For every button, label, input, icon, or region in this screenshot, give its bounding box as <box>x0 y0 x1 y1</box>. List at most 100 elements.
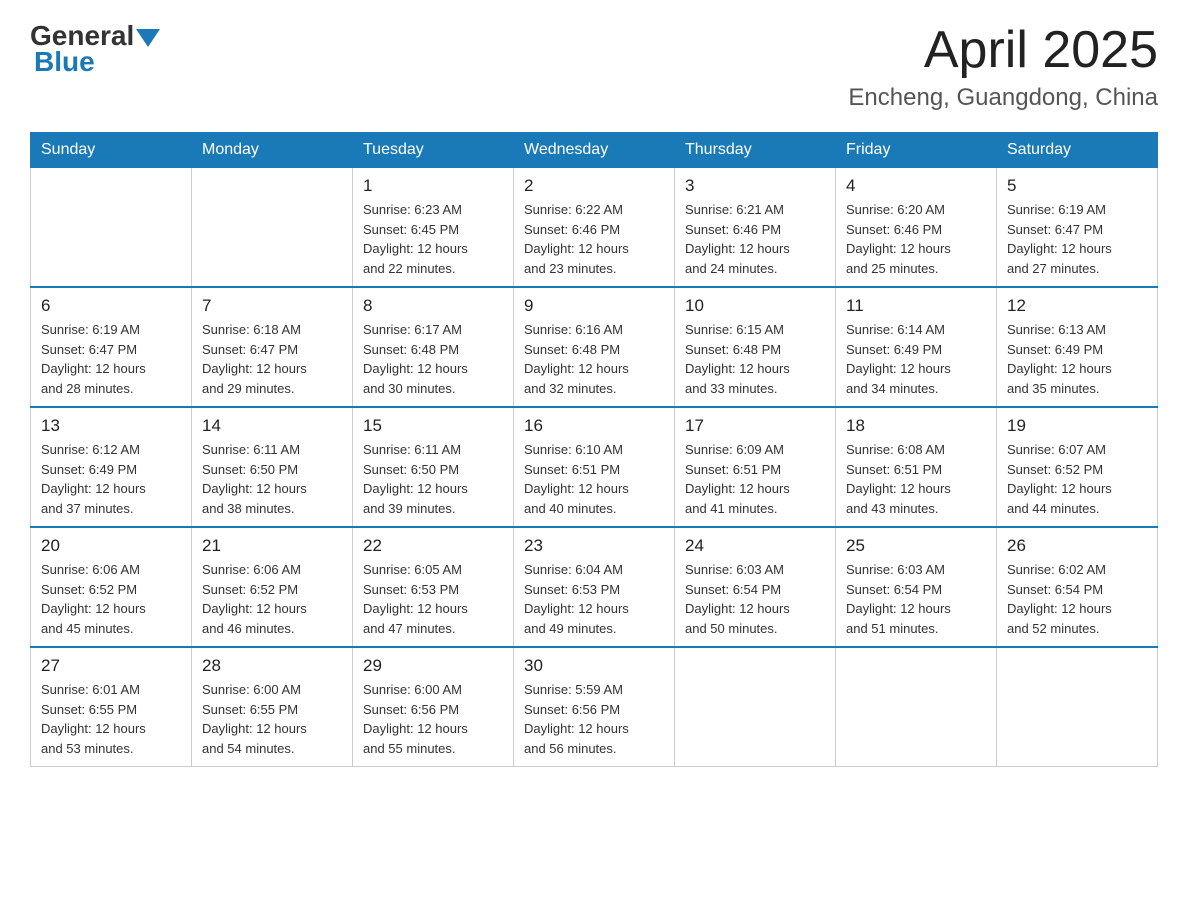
day-info: Sunrise: 6:21 AMSunset: 6:46 PMDaylight:… <box>685 200 825 278</box>
calendar-week-row: 20 Sunrise: 6:06 AMSunset: 6:52 PMDayligh… <box>31 527 1158 647</box>
day-info: Sunrise: 6:09 AMSunset: 6:51 PMDaylight:… <box>685 440 825 518</box>
calendar-week-row: 6 Sunrise: 6:19 AMSunset: 6:47 PMDaylight… <box>31 287 1158 407</box>
day-number: 20 <box>41 536 181 556</box>
day-number: 15 <box>363 416 503 436</box>
day-info: Sunrise: 6:07 AMSunset: 6:52 PMDaylight:… <box>1007 440 1147 518</box>
calendar-day-cell: 26 Sunrise: 6:02 AMSunset: 6:54 PMDayligh… <box>997 527 1158 647</box>
calendar-day-cell: 10 Sunrise: 6:15 AMSunset: 6:48 PMDayligh… <box>675 287 836 407</box>
day-number: 21 <box>202 536 342 556</box>
day-number: 22 <box>363 536 503 556</box>
calendar-day-cell <box>31 168 192 288</box>
day-number: 14 <box>202 416 342 436</box>
calendar-week-row: 1 Sunrise: 6:23 AMSunset: 6:45 PMDaylight… <box>31 168 1158 288</box>
calendar-day-header: Monday <box>192 133 353 168</box>
day-number: 24 <box>685 536 825 556</box>
day-number: 17 <box>685 416 825 436</box>
logo-blue-text: Blue <box>34 46 95 78</box>
day-info: Sunrise: 6:00 AMSunset: 6:55 PMDaylight:… <box>202 680 342 758</box>
calendar-day-cell: 30Sunrise: 5:59 AMSunset: 6:56 PMDayligh… <box>514 647 675 767</box>
calendar-day-cell: 2 Sunrise: 6:22 AMSunset: 6:46 PMDaylight… <box>514 168 675 288</box>
calendar-day-header: Thursday <box>675 133 836 168</box>
day-info: Sunrise: 6:03 AMSunset: 6:54 PMDaylight:… <box>846 560 986 638</box>
day-info: Sunrise: 6:02 AMSunset: 6:54 PMDaylight:… <box>1007 560 1147 638</box>
calendar-day-header: Wednesday <box>514 133 675 168</box>
day-number: 6 <box>41 296 181 316</box>
day-number: 4 <box>846 176 986 196</box>
day-number: 1 <box>363 176 503 196</box>
calendar-day-cell: 21 Sunrise: 6:06 AMSunset: 6:52 PMDayligh… <box>192 527 353 647</box>
calendar-day-cell: 1 Sunrise: 6:23 AMSunset: 6:45 PMDaylight… <box>353 168 514 288</box>
calendar-day-cell: 13 Sunrise: 6:12 AMSunset: 6:49 PMDayligh… <box>31 407 192 527</box>
day-number: 12 <box>1007 296 1147 316</box>
day-info: Sunrise: 6:15 AMSunset: 6:48 PMDaylight:… <box>685 320 825 398</box>
day-info: Sunrise: 6:00 AMSunset: 6:56 PMDaylight:… <box>363 680 503 758</box>
calendar-day-cell: 22 Sunrise: 6:05 AMSunset: 6:53 PMDayligh… <box>353 527 514 647</box>
calendar-week-row: 27Sunrise: 6:01 AMSunset: 6:55 PMDayligh… <box>31 647 1158 767</box>
day-number: 13 <box>41 416 181 436</box>
calendar-day-cell: 19 Sunrise: 6:07 AMSunset: 6:52 PMDayligh… <box>997 407 1158 527</box>
day-number: 23 <box>524 536 664 556</box>
calendar-header-row: SundayMondayTuesdayWednesdayThursdayFrid… <box>31 133 1158 168</box>
day-number: 27 <box>41 656 181 676</box>
location-subtitle: Encheng, Guangdong, China <box>848 84 1158 112</box>
day-info: Sunrise: 6:08 AMSunset: 6:51 PMDaylight:… <box>846 440 986 518</box>
calendar-day-cell: 24 Sunrise: 6:03 AMSunset: 6:54 PMDayligh… <box>675 527 836 647</box>
day-number: 11 <box>846 296 986 316</box>
calendar-day-cell: 12Sunrise: 6:13 AMSunset: 6:49 PMDayligh… <box>997 287 1158 407</box>
page-header: General Blue April 2025 Encheng, Guangdo… <box>30 20 1158 112</box>
day-info: Sunrise: 6:12 AMSunset: 6:49 PMDaylight:… <box>41 440 181 518</box>
calendar-day-header: Tuesday <box>353 133 514 168</box>
calendar-day-cell: 3 Sunrise: 6:21 AMSunset: 6:46 PMDaylight… <box>675 168 836 288</box>
day-number: 19 <box>1007 416 1147 436</box>
calendar-day-cell: 4 Sunrise: 6:20 AMSunset: 6:46 PMDaylight… <box>836 168 997 288</box>
day-info: Sunrise: 6:05 AMSunset: 6:53 PMDaylight:… <box>363 560 503 638</box>
day-number: 2 <box>524 176 664 196</box>
day-info: Sunrise: 6:23 AMSunset: 6:45 PMDaylight:… <box>363 200 503 278</box>
calendar-day-header: Sunday <box>31 133 192 168</box>
day-number: 8 <box>363 296 503 316</box>
calendar-day-cell <box>192 168 353 288</box>
calendar-day-cell: 5 Sunrise: 6:19 AMSunset: 6:47 PMDaylight… <box>997 168 1158 288</box>
day-info: Sunrise: 6:06 AMSunset: 6:52 PMDaylight:… <box>202 560 342 638</box>
calendar-week-row: 13 Sunrise: 6:12 AMSunset: 6:49 PMDayligh… <box>31 407 1158 527</box>
calendar-day-cell: 25 Sunrise: 6:03 AMSunset: 6:54 PMDayligh… <box>836 527 997 647</box>
calendar-day-cell <box>836 647 997 767</box>
day-info: Sunrise: 6:11 AMSunset: 6:50 PMDaylight:… <box>202 440 342 518</box>
day-info: Sunrise: 6:16 AMSunset: 6:48 PMDaylight:… <box>524 320 664 398</box>
day-number: 9 <box>524 296 664 316</box>
day-info: Sunrise: 6:19 AMSunset: 6:47 PMDaylight:… <box>1007 200 1147 278</box>
calendar-day-cell: 16Sunrise: 6:10 AMSunset: 6:51 PMDayligh… <box>514 407 675 527</box>
day-number: 16 <box>524 416 664 436</box>
day-number: 29 <box>363 656 503 676</box>
title-block: April 2025 Encheng, Guangdong, China <box>848 20 1158 112</box>
calendar-day-cell: 15 Sunrise: 6:11 AMSunset: 6:50 PMDayligh… <box>353 407 514 527</box>
day-number: 7 <box>202 296 342 316</box>
calendar-day-cell: 18Sunrise: 6:08 AMSunset: 6:51 PMDayligh… <box>836 407 997 527</box>
calendar-day-cell: 6 Sunrise: 6:19 AMSunset: 6:47 PMDaylight… <box>31 287 192 407</box>
day-info: Sunrise: 6:22 AMSunset: 6:46 PMDaylight:… <box>524 200 664 278</box>
month-year-title: April 2025 <box>848 20 1158 80</box>
day-number: 25 <box>846 536 986 556</box>
calendar-day-cell <box>997 647 1158 767</box>
calendar-day-header: Friday <box>836 133 997 168</box>
day-number: 3 <box>685 176 825 196</box>
calendar-day-cell: 8Sunrise: 6:17 AMSunset: 6:48 PMDaylight… <box>353 287 514 407</box>
day-info: Sunrise: 6:11 AMSunset: 6:50 PMDaylight:… <box>363 440 503 518</box>
day-info: Sunrise: 6:14 AMSunset: 6:49 PMDaylight:… <box>846 320 986 398</box>
day-info: Sunrise: 5:59 AMSunset: 6:56 PMDaylight:… <box>524 680 664 758</box>
calendar-day-cell: 9 Sunrise: 6:16 AMSunset: 6:48 PMDaylight… <box>514 287 675 407</box>
day-number: 5 <box>1007 176 1147 196</box>
calendar-day-cell: 14 Sunrise: 6:11 AMSunset: 6:50 PMDayligh… <box>192 407 353 527</box>
day-number: 26 <box>1007 536 1147 556</box>
calendar-day-cell: 28 Sunrise: 6:00 AMSunset: 6:55 PMDayligh… <box>192 647 353 767</box>
day-number: 28 <box>202 656 342 676</box>
day-info: Sunrise: 6:19 AMSunset: 6:47 PMDaylight:… <box>41 320 181 398</box>
calendar-day-cell: 20 Sunrise: 6:06 AMSunset: 6:52 PMDayligh… <box>31 527 192 647</box>
day-info: Sunrise: 6:06 AMSunset: 6:52 PMDaylight:… <box>41 560 181 638</box>
day-info: Sunrise: 6:03 AMSunset: 6:54 PMDaylight:… <box>685 560 825 638</box>
calendar-table: SundayMondayTuesdayWednesdayThursdayFrid… <box>30 132 1158 767</box>
day-info: Sunrise: 6:20 AMSunset: 6:46 PMDaylight:… <box>846 200 986 278</box>
day-info: Sunrise: 6:18 AMSunset: 6:47 PMDaylight:… <box>202 320 342 398</box>
calendar-day-cell: 29 Sunrise: 6:00 AMSunset: 6:56 PMDayligh… <box>353 647 514 767</box>
day-number: 10 <box>685 296 825 316</box>
